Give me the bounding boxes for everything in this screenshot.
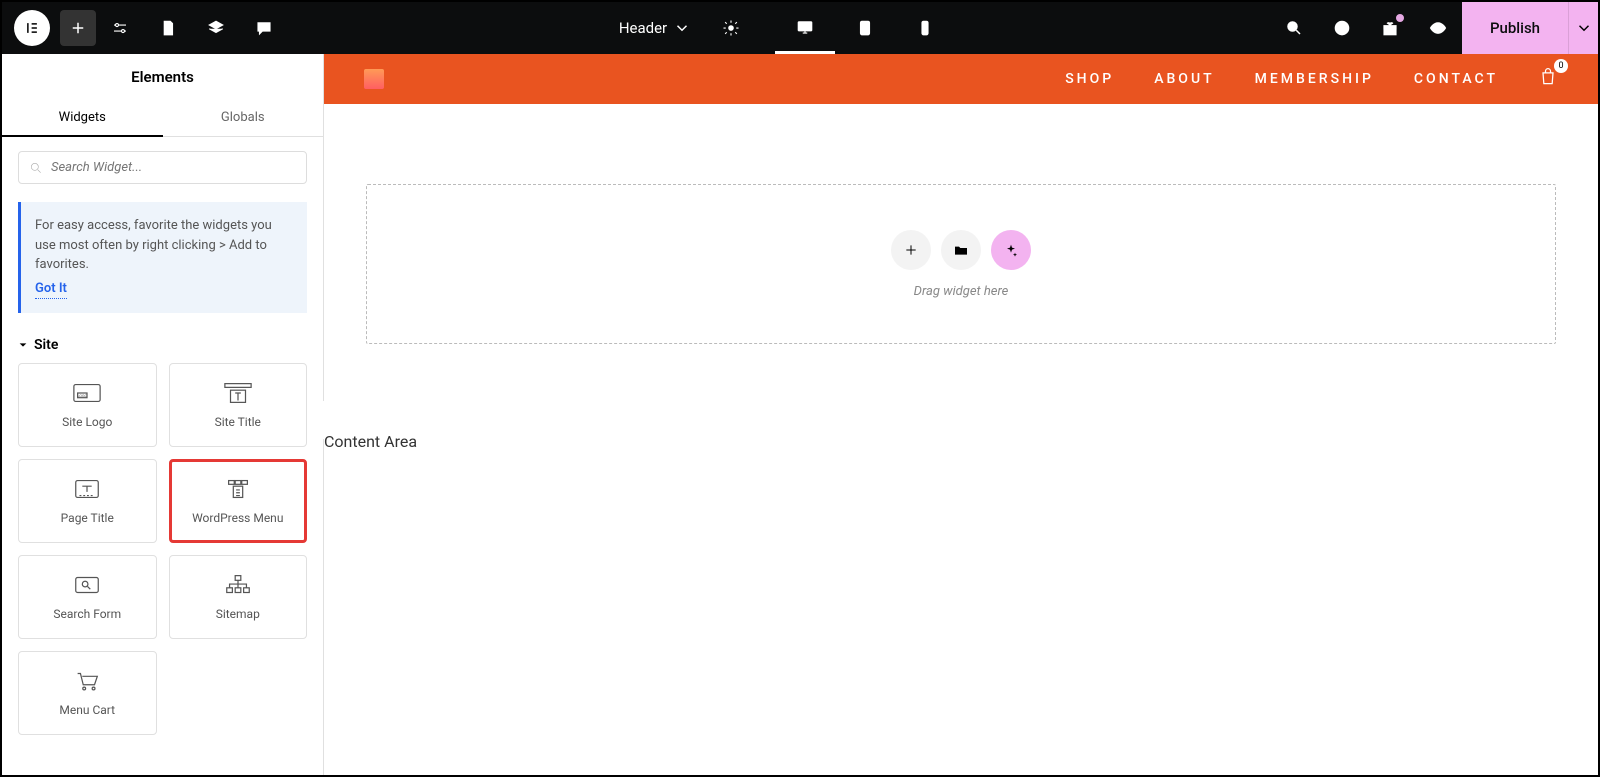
template-label: Header: [619, 19, 667, 37]
caret-down-icon: [18, 340, 28, 350]
wordpress-menu-icon: [223, 477, 253, 501]
widget-menu-cart[interactable]: Menu Cart: [18, 651, 157, 735]
template-library-button[interactable]: [941, 230, 981, 270]
help-icon[interactable]: [1318, 4, 1366, 52]
sparkle-icon: [1003, 242, 1019, 258]
nav-contact[interactable]: CONTACT: [1414, 71, 1498, 87]
favorites-tip: For easy access, favorite the widgets yo…: [18, 202, 307, 313]
got-it-link[interactable]: Got It: [35, 279, 67, 300]
drop-hint-text: Drag widget here: [914, 284, 1009, 299]
chevron-down-icon: [1575, 19, 1593, 37]
gift-icon[interactable]: [1366, 4, 1414, 52]
widget-site-logo[interactable]: LOGO Site Logo: [18, 363, 157, 447]
svg-text:LOGO: LOGO: [78, 394, 88, 398]
page-title-icon: [72, 477, 102, 501]
publish-button[interactable]: Publish: [1462, 2, 1568, 54]
preview-icon[interactable]: [1414, 4, 1462, 52]
widget-page-title[interactable]: Page Title: [18, 459, 157, 543]
site-header-preview[interactable]: SHOP ABOUT MEMBERSHIP CONTACT 0: [324, 54, 1598, 104]
cart-button[interactable]: 0: [1538, 67, 1558, 91]
widget-drop-area[interactable]: Drag widget here: [366, 184, 1556, 344]
widget-wordpress-menu[interactable]: WordPress Menu: [169, 459, 308, 543]
sitemap-icon: [223, 573, 253, 597]
notification-dot: [1396, 14, 1404, 22]
site-title-icon: [223, 381, 253, 405]
add-section-button[interactable]: [891, 230, 931, 270]
editor-canvas: SHOP ABOUT MEMBERSHIP CONTACT 0: [324, 54, 1598, 775]
search-input[interactable]: [51, 160, 296, 175]
site-logo-icon: LOGO: [72, 381, 102, 405]
panel-title: Elements: [2, 54, 323, 100]
template-selector[interactable]: Header: [603, 19, 707, 37]
elements-panel: Elements Widgets Globals For easy access…: [2, 54, 324, 775]
desktop-view-button[interactable]: [775, 2, 835, 54]
elementor-logo[interactable]: [14, 10, 50, 46]
plus-icon: [903, 242, 919, 258]
widget-site-title[interactable]: Site Title: [169, 363, 308, 447]
nav-shop[interactable]: SHOP: [1065, 71, 1114, 87]
tablet-view-button[interactable]: [835, 2, 895, 54]
search-icon[interactable]: [1270, 4, 1318, 52]
menu-cart-icon: [72, 669, 102, 693]
site-logo-preview[interactable]: [364, 69, 384, 89]
mobile-view-button[interactable]: [895, 2, 955, 54]
widget-search-form[interactable]: Search Form: [18, 555, 157, 639]
search-form-icon: [72, 573, 102, 597]
document-icon[interactable]: [144, 4, 192, 52]
tab-widgets[interactable]: Widgets: [2, 100, 163, 137]
tab-globals[interactable]: Globals: [163, 100, 324, 137]
folder-icon: [953, 242, 969, 258]
search-icon: [29, 161, 43, 175]
publish-dropdown[interactable]: [1568, 2, 1598, 54]
comment-icon[interactable]: [240, 4, 288, 52]
nav-about[interactable]: ABOUT: [1154, 71, 1214, 87]
add-element-button[interactable]: [60, 10, 96, 46]
ai-button[interactable]: [991, 230, 1031, 270]
layers-icon[interactable]: [192, 4, 240, 52]
cart-count-badge: 0: [1554, 59, 1568, 73]
widget-search[interactable]: [18, 151, 307, 184]
page-settings-icon[interactable]: [707, 4, 755, 52]
content-area-label: Content Area: [324, 432, 417, 451]
chevron-down-icon: [673, 19, 691, 37]
widget-sitemap[interactable]: Sitemap: [169, 555, 308, 639]
nav-membership[interactable]: MEMBERSHIP: [1255, 71, 1374, 87]
settings-sliders-icon[interactable]: [96, 4, 144, 52]
category-site[interactable]: Site: [2, 329, 323, 363]
